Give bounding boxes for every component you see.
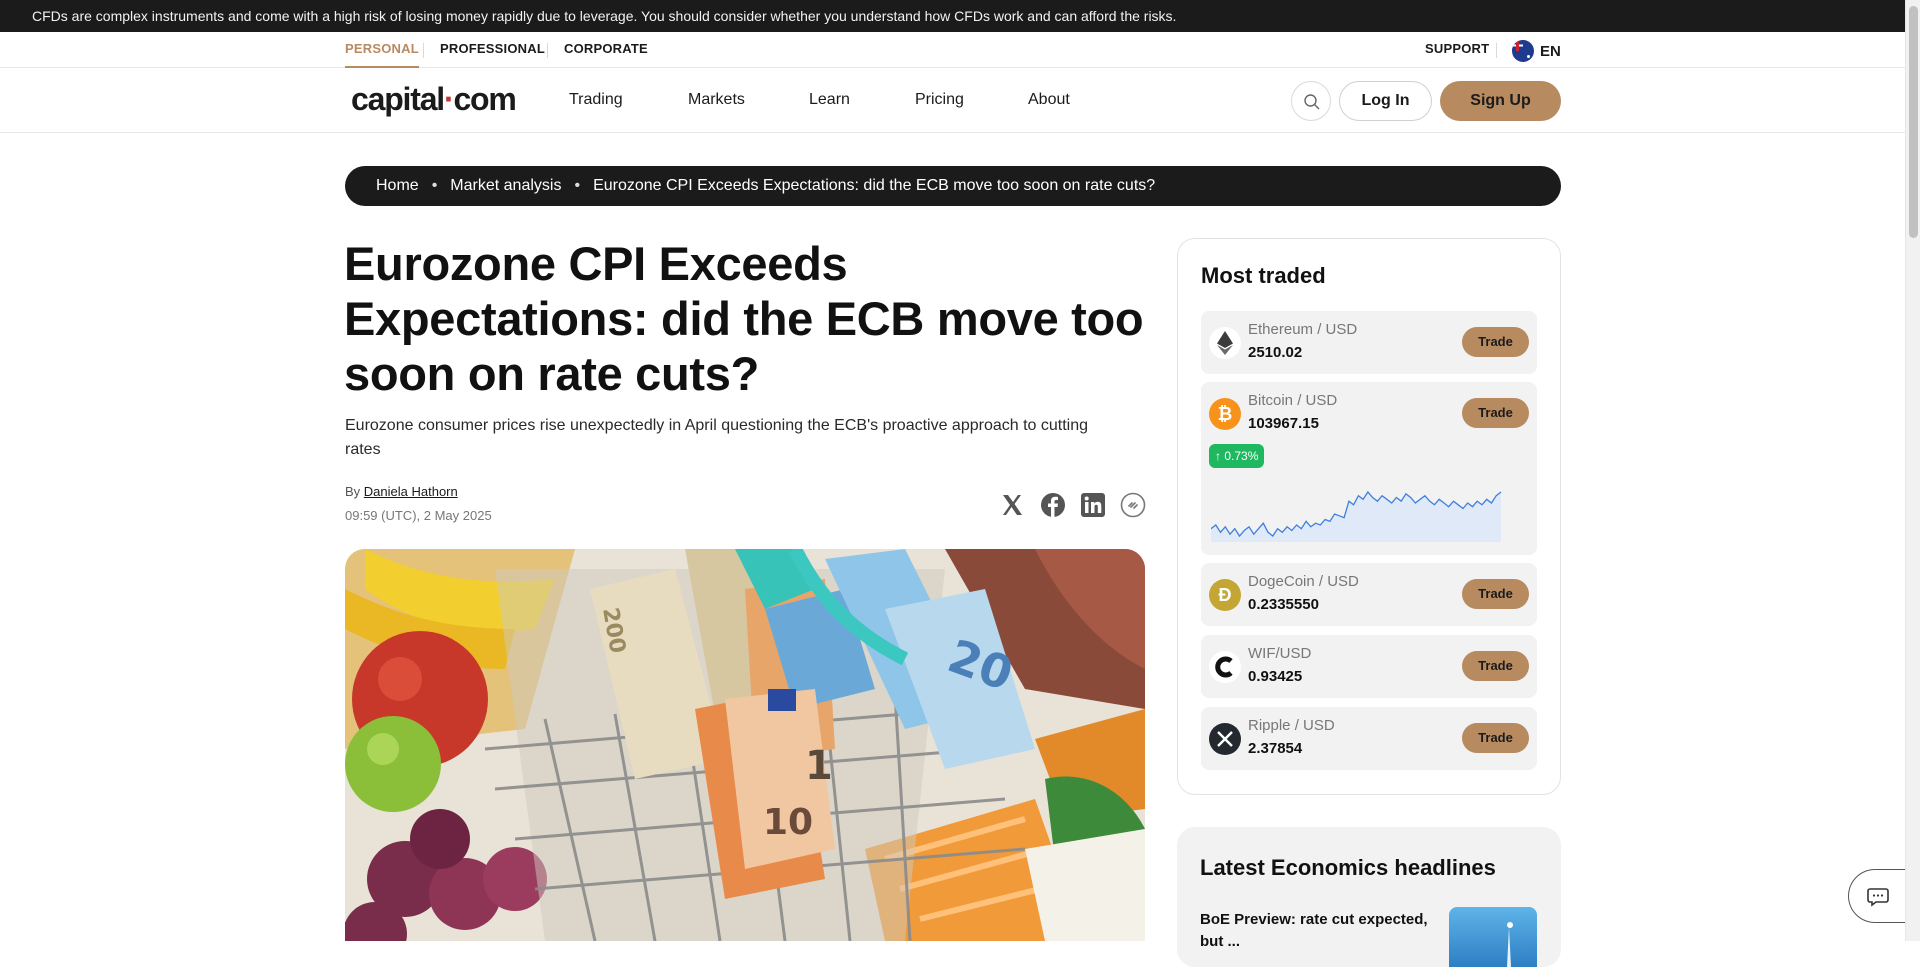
author-link[interactable]: Daniela Hathorn bbox=[364, 484, 458, 499]
ethereum-icon bbox=[1209, 327, 1241, 359]
svg-text:10: 10 bbox=[763, 802, 813, 843]
nav-trading[interactable]: Trading bbox=[569, 91, 623, 109]
instrument-name: DogeCoin / USD bbox=[1248, 573, 1359, 590]
segment-divider bbox=[1496, 43, 1497, 58]
breadcrumb-market-analysis[interactable]: Market analysis bbox=[450, 166, 561, 206]
support-link[interactable]: SUPPORT bbox=[1425, 32, 1489, 68]
x-icon[interactable] bbox=[999, 492, 1025, 518]
trade-button[interactable]: Trade bbox=[1462, 579, 1529, 609]
svg-text:1: 1 bbox=[805, 743, 833, 789]
segment-personal[interactable]: PERSONAL bbox=[345, 32, 419, 68]
nav-about[interactable]: About bbox=[1028, 91, 1070, 109]
trade-button[interactable]: Trade bbox=[1462, 327, 1529, 357]
breadcrumb-separator: • bbox=[431, 177, 438, 194]
nav-learn[interactable]: Learn bbox=[809, 91, 850, 109]
instrument-price: 0.93425 bbox=[1248, 668, 1303, 685]
page-scrollbar[interactable] bbox=[1905, 0, 1920, 941]
segment-professional[interactable]: PROFESSIONAL bbox=[440, 32, 545, 68]
wif-icon bbox=[1209, 651, 1241, 683]
instrument-name: WIF/USD bbox=[1248, 645, 1312, 662]
facebook-icon[interactable] bbox=[1040, 492, 1066, 518]
nav-pricing[interactable]: Pricing bbox=[915, 91, 964, 109]
most-traded-widget: Most traded Ethereum / USD 2510.02 Trade… bbox=[1177, 238, 1561, 795]
article-byline: By Daniela Hathorn bbox=[345, 484, 458, 499]
trade-button[interactable]: Trade bbox=[1462, 398, 1529, 428]
bitcoin-sparkline-chart bbox=[1211, 490, 1502, 542]
breadcrumb-home[interactable]: Home bbox=[376, 166, 419, 206]
byline-prefix: By bbox=[345, 484, 361, 499]
instrument-card-dogecoin[interactable]: Ð DogeCoin / USD 0.2335550 Trade bbox=[1201, 563, 1537, 626]
instrument-card-bitcoin[interactable]: ₿ Bitcoin / USD 103967.15 Trade ↑ 0.73% bbox=[1201, 382, 1537, 555]
instrument-price: 103967.15 bbox=[1248, 415, 1319, 432]
bitcoin-icon: ₿ bbox=[1209, 398, 1241, 430]
nav-markets[interactable]: Markets bbox=[688, 91, 745, 109]
chat-icon bbox=[1867, 888, 1889, 907]
instrument-name: Bitcoin / USD bbox=[1248, 392, 1338, 409]
instrument-name: Ethereum / USD bbox=[1248, 321, 1358, 338]
segment-divider bbox=[547, 43, 548, 58]
instrument-card-wif[interactable]: WIF/USD 0.93425 Trade bbox=[1201, 635, 1537, 698]
article-title: Eurozone CPI Exceeds Expectations: did t… bbox=[344, 237, 1144, 400]
capital-com-logo[interactable]: capital·com bbox=[351, 81, 517, 118]
main-navigation: capital·com Trading Markets Learn Pricin… bbox=[0, 69, 1905, 133]
linkedin-icon[interactable] bbox=[1080, 492, 1106, 518]
dogecoin-icon: Ð bbox=[1209, 579, 1241, 611]
instrument-price: 2510.02 bbox=[1248, 344, 1303, 361]
price-change-badge: ↑ 0.73% bbox=[1209, 444, 1265, 468]
language-selector[interactable]: EN bbox=[1512, 39, 1561, 63]
chat-button[interactable] bbox=[1848, 869, 1905, 923]
segment-corporate[interactable]: CORPORATE bbox=[564, 32, 648, 68]
grocery-basket-euro-image: 200 20 10 1 bbox=[345, 549, 1145, 941]
language-code: EN bbox=[1540, 42, 1561, 60]
ripple-icon bbox=[1209, 723, 1241, 755]
signup-button[interactable]: Sign Up bbox=[1440, 81, 1561, 121]
scrollbar-thumb[interactable] bbox=[1909, 6, 1918, 238]
most-traded-title: Most traded bbox=[1201, 263, 1326, 288]
instrument-name: Ripple / USD bbox=[1248, 717, 1335, 734]
breadcrumb: Home • Market analysis • Eurozone CPI Ex… bbox=[345, 166, 1561, 206]
instrument-card-ripple[interactable]: Ripple / USD 2.37854 Trade bbox=[1201, 707, 1537, 770]
instrument-price: 0.2335550 bbox=[1248, 596, 1319, 613]
trade-button[interactable]: Trade bbox=[1462, 651, 1529, 681]
risk-warning-banner: CFDs are complex instruments and come wi… bbox=[0, 0, 1905, 32]
breadcrumb-separator: • bbox=[574, 177, 581, 194]
search-icon bbox=[1304, 94, 1320, 110]
segment-bar: PERSONAL PROFESSIONAL CORPORATE SUPPORT … bbox=[0, 32, 1905, 68]
article-hero-image: 200 20 10 1 bbox=[345, 549, 1145, 941]
login-button[interactable]: Log In bbox=[1339, 81, 1432, 121]
instrument-card-ethereum[interactable]: Ethereum / USD 2510.02 Trade bbox=[1201, 311, 1537, 374]
latest-headlines-widget: Latest Economics headlines BoE Preview: … bbox=[1177, 827, 1561, 967]
segment-divider bbox=[423, 43, 424, 58]
latest-headlines-title: Latest Economics headlines bbox=[1200, 855, 1496, 880]
breadcrumb-current: Eurozone CPI Exceeds Expectations: did t… bbox=[593, 177, 1156, 194]
headline-link[interactable]: BoE Preview: rate cut expected, but ... bbox=[1200, 909, 1440, 953]
article-date: 09:59 (UTC), 2 May 2025 bbox=[345, 508, 492, 523]
copy-link-icon[interactable] bbox=[1120, 492, 1146, 518]
trade-button[interactable]: Trade bbox=[1462, 723, 1529, 753]
headline-thumbnail[interactable] bbox=[1449, 907, 1537, 967]
australia-flag-icon bbox=[1512, 40, 1534, 62]
article-subtitle: Eurozone consumer prices rise unexpected… bbox=[345, 417, 1089, 458]
instrument-price: 2.37854 bbox=[1248, 740, 1303, 757]
search-button[interactable] bbox=[1291, 81, 1331, 121]
